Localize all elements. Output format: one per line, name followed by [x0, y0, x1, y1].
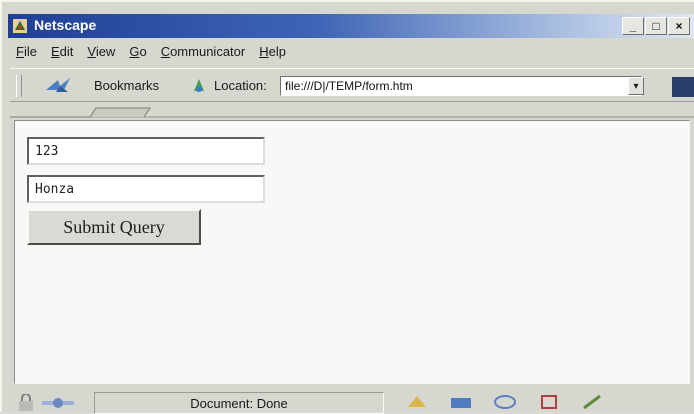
menu-communicator-label: ommunicator — [170, 44, 246, 59]
bookmarks-icon[interactable] — [42, 74, 80, 96]
menu-communicator-mnemonic: C — [160, 44, 171, 59]
menu-go-mnemonic: G — [129, 44, 140, 59]
netscape-app-icon[interactable] — [12, 18, 28, 34]
menu-bar: File Edit View Go Communicator Help — [16, 42, 286, 64]
location-dropdown-icon[interactable]: ▾ — [628, 77, 644, 95]
status-bar: Document: Done — [10, 390, 694, 414]
submit-query-button[interactable]: Submit Query — [27, 209, 201, 245]
menu-go-label: o — [139, 44, 147, 59]
location-label: Location: — [214, 78, 267, 93]
menu-go[interactable]: Go — [129, 42, 146, 64]
mailbox-icon[interactable] — [446, 392, 476, 412]
minimize-button[interactable]: _ — [622, 17, 644, 35]
window-title: Netscape — [34, 17, 97, 33]
conference-icon[interactable] — [578, 392, 608, 412]
page-content: Submit Query — [14, 120, 690, 384]
collapsed-toolbar-tabs[interactable] — [10, 104, 694, 120]
whats-related-icon[interactable] — [672, 77, 694, 97]
menu-file-mnemonic: F — [16, 44, 24, 59]
menu-file-label: ile — [23, 44, 37, 59]
maximize-button[interactable]: □ — [645, 17, 667, 35]
window-controls: _ □ × — [622, 17, 690, 35]
menu-view[interactable]: View — [87, 42, 115, 64]
toolbar-grip[interactable] — [16, 75, 22, 97]
menu-help[interactable]: Help — [259, 42, 286, 64]
bookmarks-button[interactable]: Bookmarks — [94, 78, 159, 93]
menu-communicator[interactable]: Communicator — [161, 42, 246, 64]
discussion-icon[interactable] — [490, 392, 520, 412]
component-bar — [402, 392, 608, 412]
menu-help-mnemonic: H — [259, 44, 269, 59]
menu-edit-mnemonic: E — [50, 44, 60, 59]
menu-file[interactable]: File — [16, 42, 37, 64]
text-field-1[interactable] — [27, 137, 265, 165]
title-bar[interactable]: Netscape _ □ × — [8, 14, 694, 38]
menu-edit-label: dit — [59, 44, 74, 59]
status-text: Document: Done — [94, 392, 384, 414]
menu-view-mnemonic: V — [87, 44, 96, 59]
navigator-icon[interactable] — [402, 392, 432, 412]
composer-icon[interactable] — [534, 392, 564, 412]
location-toolbar: Bookmarks Location: ▾ — [10, 68, 694, 102]
menu-view-label: iew — [95, 44, 116, 59]
text-field-2[interactable] — [27, 175, 265, 203]
browser-window: Netscape _ □ × File Edit View Go Communi… — [0, 0, 694, 414]
close-button[interactable]: × — [668, 17, 690, 35]
location-icon[interactable] — [188, 75, 210, 97]
location-input[interactable] — [280, 76, 642, 96]
security-lock-icon[interactable] — [16, 394, 36, 412]
connection-icon — [42, 398, 74, 408]
menu-help-label: elp — [268, 44, 286, 59]
menu-edit[interactable]: Edit — [51, 42, 73, 64]
